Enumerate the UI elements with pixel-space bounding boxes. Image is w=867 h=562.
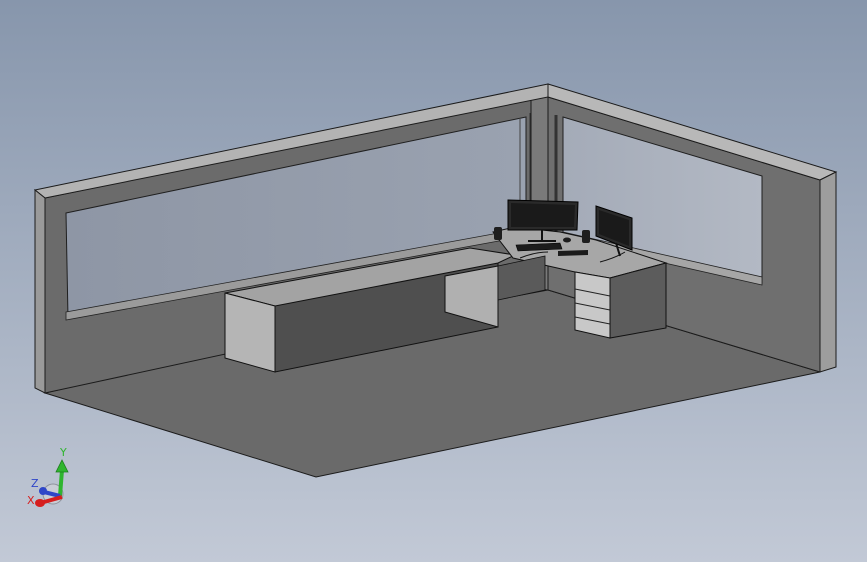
triad-x-label: X: [27, 494, 35, 507]
left-wall-end: [34, 188, 46, 394]
triad-x-end: [35, 499, 45, 507]
room-model-view[interactable]: Y Z X: [0, 0, 867, 562]
desk-left-pedestal: [224, 292, 276, 373]
desk-drawer-unit: [574, 271, 611, 339]
right-speaker[interactable]: [582, 230, 590, 243]
left-speaker[interactable]: [494, 227, 502, 240]
right-wall-end: [819, 171, 837, 373]
left-monitor-screen: [511, 203, 575, 227]
triad-z-end: [39, 487, 47, 495]
triad-y-axis: [58, 469, 64, 497]
triad-z-label: Z: [31, 477, 39, 490]
triad-y-label: Y: [59, 446, 67, 459]
keyboard-secondary[interactable]: [558, 250, 588, 256]
mouse[interactable]: [563, 237, 571, 243]
cad-graphics-viewport[interactable]: Y Z X: [0, 0, 867, 562]
